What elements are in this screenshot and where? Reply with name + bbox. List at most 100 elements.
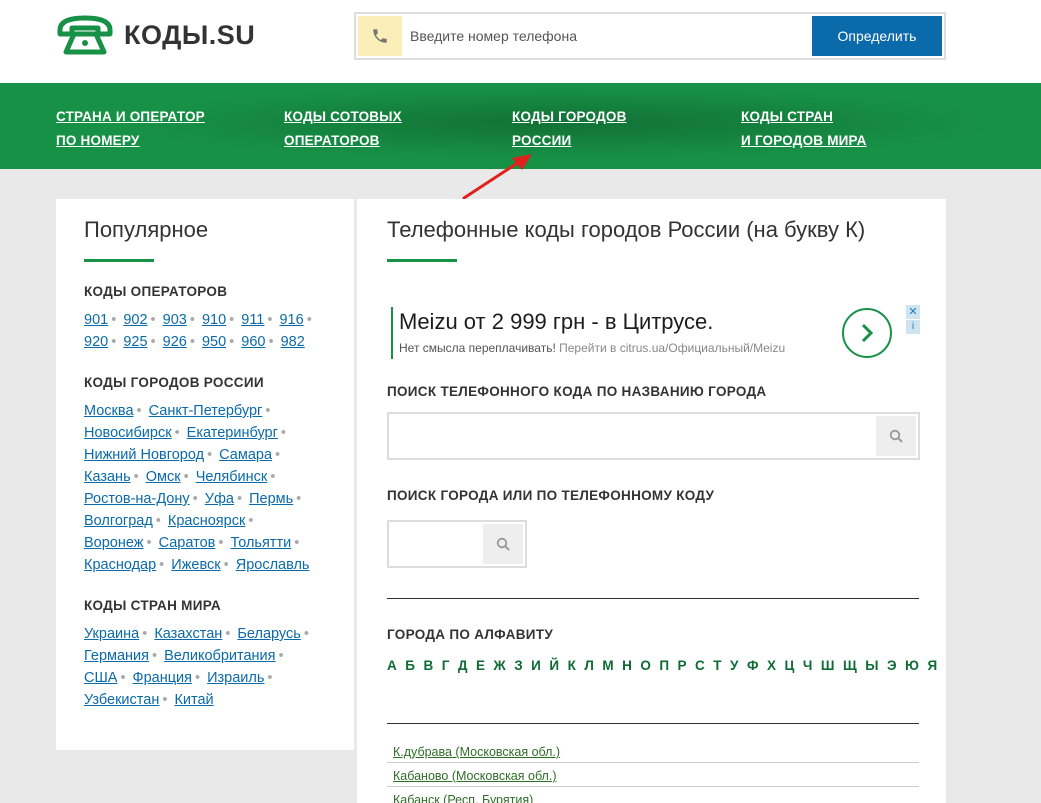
advertisement[interactable]: Meizu от 2 999 грн - в Цитрусе. Нет смыс…: [391, 305, 920, 360]
phone-number-input[interactable]: [410, 18, 810, 54]
country-link[interactable]: Великобритания: [164, 648, 275, 664]
city-link[interactable]: Саратов: [159, 535, 216, 551]
operator-code-link[interactable]: 910: [202, 312, 226, 328]
alphabet-letter-link[interactable]: О: [640, 658, 651, 673]
alphabet-letter-link[interactable]: К: [568, 658, 577, 673]
alphabet-letter-link[interactable]: Г: [442, 658, 450, 673]
alphabet-letter-link[interactable]: Щ: [843, 658, 857, 673]
alphabet-letter-link[interactable]: В: [423, 658, 433, 673]
city-link[interactable]: Москва: [84, 403, 134, 419]
operator-code-link[interactable]: 982: [281, 334, 305, 350]
operator-code-link[interactable]: 926: [163, 334, 187, 350]
alphabet-letter-link[interactable]: Ч: [803, 658, 813, 673]
city-link[interactable]: Казань: [84, 469, 131, 485]
list-item: Кабанск (Респ. Бурятия): [387, 787, 919, 803]
search-by-name-form: [387, 412, 920, 460]
alphabet-letter-link[interactable]: Н: [622, 658, 632, 673]
country-link[interactable]: Казахстан: [154, 626, 222, 642]
separator-dot: •: [267, 312, 273, 328]
nav-world-codes[interactable]: КОДЫ СТРАН И ГОРОДОВ МИРА: [741, 105, 867, 153]
city-link[interactable]: Волгоград: [84, 513, 153, 529]
logo[interactable]: КОДЫ.SU: [56, 14, 255, 56]
country-link[interactable]: Беларусь: [237, 626, 300, 642]
operators-title: КОДЫ ОПЕРАТОРОВ: [84, 284, 228, 299]
separator-dot: •: [133, 469, 139, 485]
alphabet-letter-link[interactable]: Е: [476, 658, 486, 673]
alphabet-letter-link[interactable]: А: [387, 658, 397, 673]
alphabet-letter-link[interactable]: Л: [584, 658, 594, 673]
nav-russia-city-codes[interactable]: КОДЫ ГОРОДОВ РОССИИ: [512, 105, 627, 153]
operator-code-link[interactable]: 911: [241, 312, 264, 328]
alphabet-letter-link[interactable]: Я: [927, 658, 937, 673]
country-link[interactable]: Китай: [174, 692, 213, 708]
operator-code-link[interactable]: 902: [123, 312, 147, 328]
search-by-code-button[interactable]: [483, 524, 523, 564]
city-code-link[interactable]: Кабаново (Московская обл.): [393, 769, 556, 783]
alphabet-letter-link[interactable]: Б: [405, 658, 415, 673]
ad-close-icon[interactable]: ✕: [906, 305, 920, 319]
alphabet-letter-link[interactable]: Й: [549, 658, 559, 673]
operator-code-link[interactable]: 901: [84, 312, 108, 328]
city-link[interactable]: Ростов-на-Дону: [84, 491, 190, 507]
alphabet-letter-link[interactable]: Д: [458, 658, 468, 673]
city-link[interactable]: Тольятти: [230, 535, 291, 551]
alphabet-letter-link[interactable]: Ю: [905, 658, 919, 673]
operator-code-link[interactable]: 903: [163, 312, 187, 328]
city-code-link[interactable]: Кабанск (Респ. Бурятия): [393, 793, 533, 803]
operator-code-link[interactable]: 925: [123, 334, 147, 350]
logo-text: КОДЫ.SU: [124, 19, 256, 50]
alphabet-letter-link[interactable]: Ш: [821, 658, 835, 673]
city-link[interactable]: Пермь: [249, 491, 293, 507]
determine-button[interactable]: Определить: [812, 16, 942, 56]
operator-code-link[interactable]: 950: [202, 334, 226, 350]
city-link[interactable]: Челябинск: [196, 469, 268, 485]
alphabet-letter-link[interactable]: С: [695, 658, 705, 673]
alphabet-letter-link[interactable]: Р: [678, 658, 688, 673]
alphabet-letter-link[interactable]: И: [531, 658, 541, 673]
alphabet-letter-link[interactable]: Х: [767, 658, 777, 673]
city-link[interactable]: Санкт-Петербург: [149, 403, 263, 419]
alphabet-letter-link[interactable]: З: [514, 658, 523, 673]
country-link[interactable]: Франция: [133, 670, 192, 686]
divider: [387, 723, 919, 724]
country-link[interactable]: Узбекистан: [84, 692, 159, 708]
city-link[interactable]: Самара: [219, 447, 272, 463]
country-link[interactable]: Израиль: [207, 670, 264, 686]
alphabet-letter-link[interactable]: М: [602, 658, 614, 673]
alphabet-letter-link[interactable]: Ы: [865, 658, 879, 673]
alphabet-letter-link[interactable]: У: [730, 658, 739, 673]
city-link[interactable]: Омск: [146, 469, 181, 485]
city-link[interactable]: Красноярск: [168, 513, 245, 529]
alphabet-letter-link[interactable]: Ж: [494, 658, 507, 673]
city-link[interactable]: Краснодар: [84, 557, 156, 573]
city-link[interactable]: Нижний Новгород: [84, 447, 204, 463]
ad-next-button[interactable]: [842, 308, 892, 358]
ad-title[interactable]: Meizu от 2 999 грн - в Цитрусе.: [399, 309, 713, 335]
ad-info-icon[interactable]: i: [906, 320, 920, 334]
city-code-link[interactable]: К.дубрава (Московская обл.): [393, 745, 560, 759]
phone-code-input[interactable]: [393, 526, 481, 562]
nav-mobile-codes[interactable]: КОДЫ СОТОВЫХ ОПЕРАТОРОВ: [284, 105, 402, 153]
alphabet-letter-link[interactable]: Э: [887, 658, 897, 673]
operator-code-link[interactable]: 920: [84, 334, 108, 350]
city-link[interactable]: Новосибирск: [84, 425, 172, 441]
ad-sub-link[interactable]: Перейти в citrus.ua/Официальный/Meizu: [559, 341, 785, 355]
operator-code-link[interactable]: 960: [241, 334, 265, 350]
country-link[interactable]: США: [84, 670, 117, 686]
city-link[interactable]: Ижевск: [171, 557, 220, 573]
operator-code-link[interactable]: 916: [279, 312, 303, 328]
alphabet-letter-link[interactable]: Ф: [747, 658, 759, 673]
alphabet-letter-link[interactable]: Т: [713, 658, 722, 673]
city-link[interactable]: Ярославль: [236, 557, 310, 573]
nav-country-operator[interactable]: СТРАНА И ОПЕРАТОР ПО НОМЕРУ: [56, 105, 205, 153]
alphabet-letter-link[interactable]: П: [659, 658, 669, 673]
city-link[interactable]: Воронеж: [84, 535, 143, 551]
country-link[interactable]: Украина: [84, 626, 139, 642]
separator-dot: •: [152, 648, 158, 664]
city-link[interactable]: Екатеринбург: [187, 425, 278, 441]
city-name-input[interactable]: [393, 418, 873, 454]
search-by-name-button[interactable]: [876, 416, 916, 456]
country-link[interactable]: Германия: [84, 648, 149, 664]
city-link[interactable]: Уфа: [205, 491, 234, 507]
alphabet-letter-link[interactable]: Ц: [785, 658, 795, 673]
